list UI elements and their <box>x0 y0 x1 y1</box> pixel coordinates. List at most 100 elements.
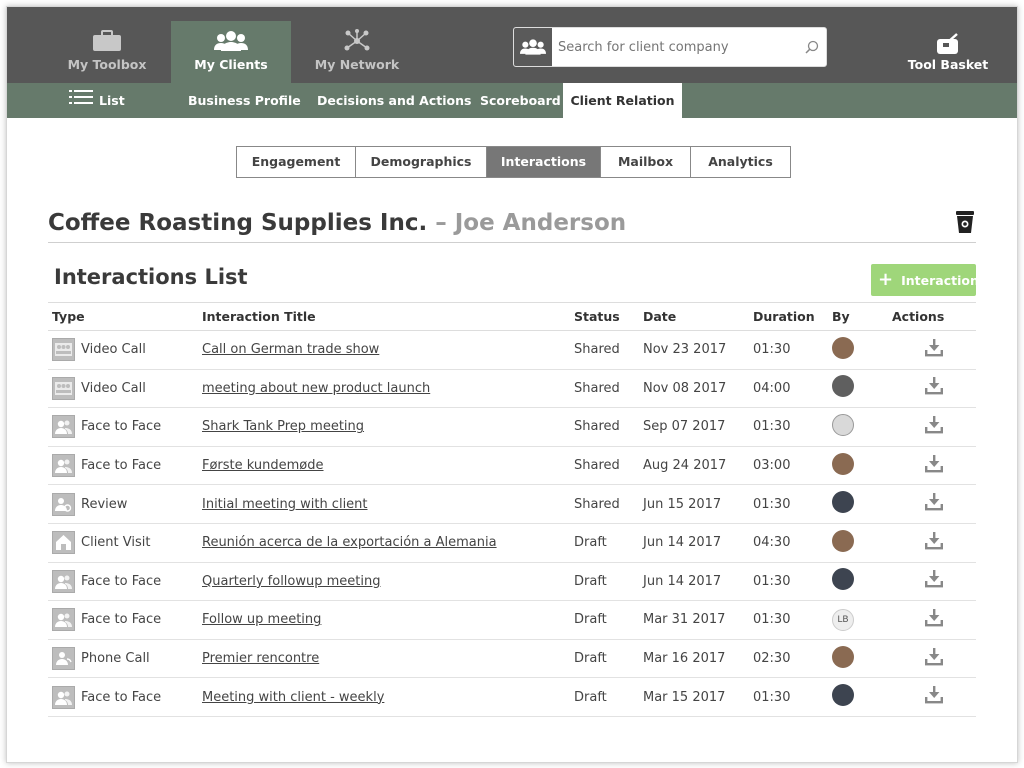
network-icon <box>343 28 371 54</box>
interaction-date: Mar 15 2017 <box>639 677 749 717</box>
list-icon <box>69 83 93 118</box>
interaction-type: Review <box>81 496 128 512</box>
interaction-date: Jun 15 2017 <box>639 484 749 524</box>
tab-engagement[interactable]: Engagement <box>237 147 356 177</box>
interaction-date: Mar 31 2017 <box>639 600 749 640</box>
avatar <box>832 375 854 398</box>
avatar <box>832 645 854 668</box>
nav-my-network[interactable]: My Network <box>297 21 417 83</box>
search-input[interactable] <box>552 29 798 65</box>
client-visit-icon <box>52 531 75 555</box>
interaction-type: Face to Face <box>81 689 162 705</box>
table-row[interactable]: Video Call meeting about new product lau… <box>48 369 976 409</box>
add-interaction-label: Interaction <box>901 272 979 288</box>
nav-label: My Clients <box>194 57 268 72</box>
toolbox-icon <box>92 28 122 54</box>
subnav-scoreboard[interactable]: Scoreboard <box>480 83 561 118</box>
subnav-decisions-actions[interactable]: Decisions and Actions <box>317 83 471 118</box>
download-icon[interactable] <box>924 493 944 515</box>
interaction-duration: 04:00 <box>749 369 828 409</box>
video-call-icon <box>52 376 75 400</box>
download-icon[interactable] <box>924 608 944 631</box>
interaction-title-link[interactable]: Quarterly followup meeting <box>202 574 380 589</box>
interaction-duration: 01:30 <box>749 330 828 370</box>
interaction-type: Face to Face <box>81 573 162 589</box>
table-row[interactable]: Video Call Call on German trade show Sha… <box>48 330 976 370</box>
avatar <box>832 684 854 707</box>
app-window: My Toolbox My Clients My Network Search … <box>6 6 1018 763</box>
interaction-date: Nov 08 2017 <box>639 369 749 409</box>
interaction-title-link[interactable]: Meeting with client - weekly <box>202 690 384 705</box>
interaction-title-link[interactable]: Call on German trade show <box>202 342 379 357</box>
phone-call-icon <box>52 647 75 671</box>
download-icon[interactable] <box>924 415 944 438</box>
table-row[interactable]: Face to Face Meeting with client - weekl… <box>48 677 976 717</box>
subnav-business-profile[interactable]: Business Profile <box>188 83 301 118</box>
interaction-status: Shared <box>570 446 639 486</box>
interaction-date: Jun 14 2017 <box>639 523 749 563</box>
table-row[interactable]: Face to Face Første kundemøde Shared Aug… <box>48 446 976 486</box>
divider <box>48 242 976 243</box>
download-icon[interactable] <box>924 531 944 554</box>
avatar <box>832 413 854 436</box>
avatar <box>832 452 854 475</box>
download-icon[interactable] <box>924 454 944 477</box>
avatar <box>832 568 854 591</box>
interaction-type: Face to Face <box>81 458 162 474</box>
subnav-client-relation[interactable]: Client Relation <box>563 83 682 118</box>
interaction-title-link[interactable]: Premier rencontre <box>202 651 319 666</box>
interaction-status: Shared <box>570 330 639 370</box>
col-duration[interactable]: Duration <box>749 302 828 331</box>
col-status[interactable]: Status <box>570 302 639 331</box>
interaction-title-link[interactable]: Follow up meeting <box>202 612 321 627</box>
download-icon[interactable] <box>924 570 944 592</box>
nav-my-toolbox[interactable]: My Toolbox <box>47 21 167 83</box>
table-row[interactable]: Phone Call Premier rencontre Draft Mar 1… <box>48 639 976 679</box>
tab-mailbox[interactable]: Mailbox <box>601 147 691 177</box>
subnav-list[interactable]: List <box>69 83 125 118</box>
tool-basket-button[interactable]: Tool Basket <box>903 31 993 72</box>
add-interaction-button[interactable]: + Interaction <box>871 264 979 296</box>
interaction-duration: 02:30 <box>749 639 828 679</box>
nav-label: My Toolbox <box>67 57 147 72</box>
interaction-duration: 01:30 <box>749 484 828 524</box>
col-type[interactable]: Type <box>48 302 198 331</box>
download-icon[interactable] <box>924 647 944 670</box>
table-row[interactable]: Face to Face Quarterly followup meeting … <box>48 562 976 602</box>
tab-demographics[interactable]: Demographics <box>356 147 487 177</box>
interaction-duration: 03:00 <box>749 446 828 486</box>
interaction-type: Client Visit <box>81 535 151 551</box>
coffee-cup-icon[interactable] <box>955 210 975 238</box>
segment-tabs: Engagement Demographics Interactions Mai… <box>236 146 791 178</box>
basket-icon <box>903 31 993 57</box>
interaction-duration: 04:30 <box>749 523 828 563</box>
tab-analytics[interactable]: Analytics <box>691 147 790 177</box>
download-icon[interactable] <box>924 686 944 708</box>
table-row[interactable]: Face to Face Shark Tank Prep meeting Sha… <box>48 407 976 447</box>
interaction-status: Shared <box>570 407 639 447</box>
table-row[interactable]: Review Initial meeting with client Share… <box>48 484 976 524</box>
interaction-title-link[interactable]: Shark Tank Prep meeting <box>202 419 364 434</box>
download-icon[interactable] <box>924 338 944 361</box>
interaction-title-link[interactable]: Initial meeting with client <box>202 497 368 512</box>
col-title[interactable]: Interaction Title <box>198 302 570 331</box>
nav-my-clients[interactable]: My Clients <box>171 21 291 83</box>
interaction-date: Sep 07 2017 <box>639 407 749 447</box>
tab-interactions[interactable]: Interactions <box>487 147 601 177</box>
table-row[interactable]: Face to Face Follow up meeting Draft Mar… <box>48 600 976 640</box>
review-icon <box>52 492 75 516</box>
avatar-initials: LB <box>832 608 854 631</box>
interaction-title-link[interactable]: meeting about new product launch <box>202 381 430 396</box>
interaction-title-link[interactable]: Første kundemøde <box>202 458 324 473</box>
interaction-title-link[interactable]: Reunión acerca de la exportación a Alema… <box>202 535 497 550</box>
face-to-face-icon <box>52 608 75 632</box>
col-date[interactable]: Date <box>639 302 749 331</box>
interaction-duration: 01:30 <box>749 562 828 602</box>
table-row[interactable]: Client Visit Reunión acerca de la export… <box>48 523 976 563</box>
list-title: Interactions List <box>54 265 248 289</box>
download-icon[interactable] <box>924 377 944 399</box>
interaction-status: Draft <box>570 639 639 679</box>
avatar <box>832 336 854 359</box>
search-icon[interactable] <box>798 40 826 54</box>
col-by: By <box>828 302 888 331</box>
